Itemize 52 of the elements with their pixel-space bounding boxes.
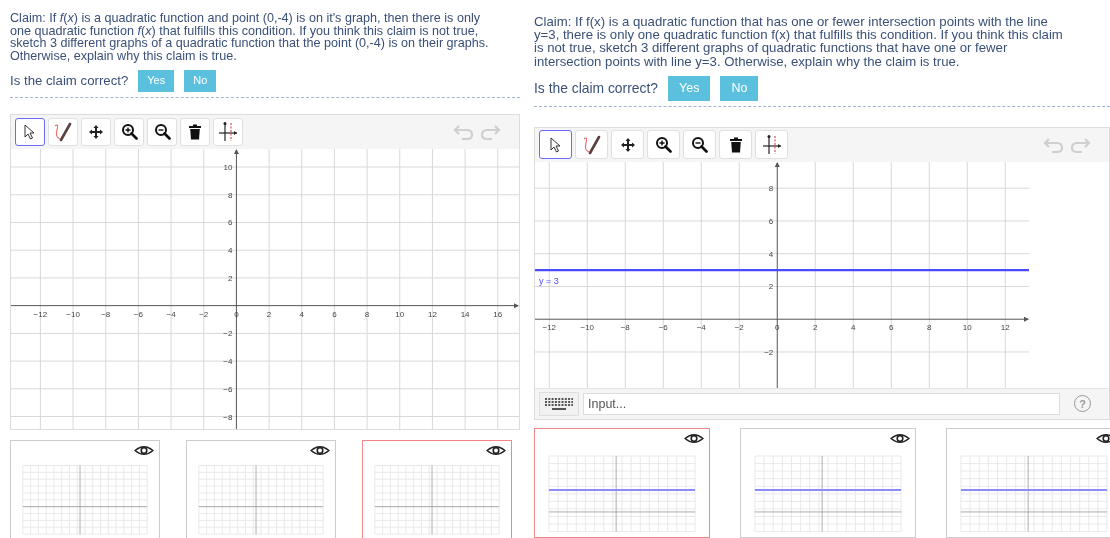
tick-label: −2 <box>734 323 744 333</box>
tick-label: 10 <box>395 309 405 319</box>
tick-label: 8 <box>927 323 932 333</box>
tick-label: 2 <box>266 309 272 319</box>
answer-button[interactable]: Yes <box>138 70 175 92</box>
tick-label: −6 <box>223 384 233 394</box>
tick-label: −8 <box>223 412 233 422</box>
tick-label: 6 <box>768 216 774 226</box>
tick-label: 14 <box>460 309 470 319</box>
claim-text: Claim: If f(x) is a quadratic function and point (0,-4) is on it's graph, then there is only one quadratic function f(x) that fulfills this condition. If you think this claim is not true, sketch 3 different graphs of a quadratic function that the point (0,-4) is on their graphs. Otherwise, explain why this claim is true. <box>10 12 490 63</box>
answer-button[interactable]: Yes <box>668 75 711 101</box>
tick-label: −6 <box>658 323 668 333</box>
tick-label: 4 <box>851 323 856 333</box>
tick-label: −4 <box>223 356 233 366</box>
tick-label: −4 <box>696 323 706 333</box>
tick-label: −12 <box>542 323 557 333</box>
tick-label: 10 <box>962 323 972 333</box>
tick-label: 8 <box>768 184 774 193</box>
tick-label: 4 <box>768 249 774 259</box>
tick-label: −8 <box>620 323 630 333</box>
tick-label: 4 <box>299 309 304 319</box>
tick-label: 8 <box>364 309 370 319</box>
tick-label: −6 <box>133 309 143 319</box>
tick-label: 0 <box>234 309 239 319</box>
answer-button[interactable]: No <box>720 75 759 101</box>
tick-label: −2 <box>764 347 774 357</box>
tick-label: 6 <box>227 218 233 228</box>
tick-label: 0 <box>775 323 780 333</box>
tick-label: 16 <box>493 309 503 319</box>
input-field[interactable]: Input... <box>583 392 1060 415</box>
question-text: Is the claim correct? <box>534 78 658 98</box>
tick-label: −4 <box>166 309 176 319</box>
question-text: Is the claim correct? <box>10 72 129 91</box>
answer-button[interactable]: No <box>184 70 217 92</box>
tick-label: −10 <box>580 323 595 333</box>
tick-label: 6 <box>889 323 894 333</box>
tick-label: 12 <box>1000 323 1010 333</box>
tick-label: 12 <box>427 309 437 319</box>
tick-label: 10 <box>223 162 233 172</box>
tick-label: 2 <box>768 282 774 292</box>
tick-label: 6 <box>332 309 337 319</box>
line-label: y = 3 <box>539 275 559 286</box>
tick-label: 8 <box>227 190 233 200</box>
tick-label: 2 <box>813 323 818 333</box>
tick-label: −12 <box>33 309 48 319</box>
tick-label: −10 <box>66 309 80 319</box>
tick-label: −2 <box>199 309 209 319</box>
tick-label: −2 <box>223 328 233 338</box>
tick-label: 4 <box>227 245 233 255</box>
claim-text: Claim: If f(x) is a quadratic function that has one or fewer intersection points with the line y=3, there is only one quadratic function f(x) that fulfills this condition. If you think this claim is not true, sketch 3 different graphs of quadratic functions that have one or fewer intersection points with line y=3. Otherwise, explain why the claim is true. <box>534 13 1064 68</box>
tick-label: −8 <box>101 309 111 319</box>
tick-label: 2 <box>227 273 233 283</box>
